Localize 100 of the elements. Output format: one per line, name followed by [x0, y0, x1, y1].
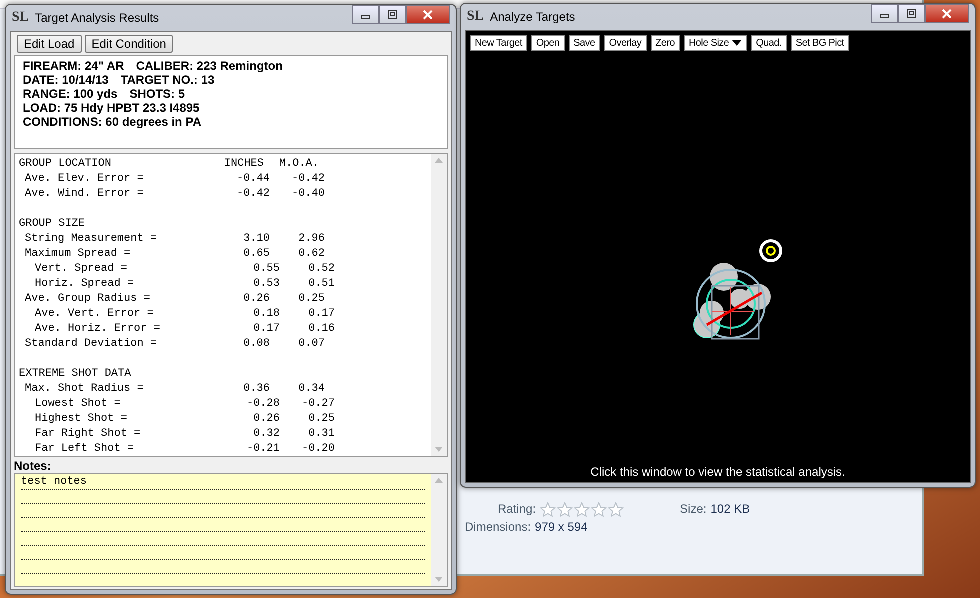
toolbar-button[interactable]: Set BG Pict	[790, 35, 850, 51]
size-label: Size:	[680, 502, 707, 516]
stat-value: -0.20	[300, 442, 335, 457]
close-icon	[422, 10, 434, 20]
stat-value: 0.51	[308, 277, 335, 292]
stat-value: 0.26	[252, 412, 280, 427]
notes-text: test notes	[21, 476, 425, 490]
stat-label: Ave. Elev. Error =	[24, 172, 145, 187]
stat-label: Ave. Wind. Error =	[24, 187, 145, 202]
stat-label: String Measurement =	[24, 232, 158, 247]
app-logo: SL	[467, 9, 484, 25]
info-text: TARGET NO.: 13	[120, 73, 215, 87]
stat-label: Horiz. Spread =	[34, 277, 136, 292]
stat-value: -0.21	[246, 442, 280, 457]
info-text: SHOTS: 5	[130, 87, 186, 101]
star-icon	[540, 502, 556, 516]
stat-value: 0.25	[298, 292, 325, 307]
stat-label: Highest Shot =	[34, 412, 128, 427]
stat-value: 2.96	[298, 232, 325, 247]
stat-value: 0.62	[298, 247, 325, 262]
scroll-down-icon	[435, 447, 443, 452]
maximize-icon	[388, 10, 398, 20]
info-text: CALIBER: 223 Remington	[136, 59, 283, 73]
stat-value: 0.52	[308, 262, 335, 277]
hint-text: Click this window to view the statistical analysis.	[590, 465, 846, 481]
edit-button[interactable]: Edit Condition	[84, 35, 174, 53]
size-value: 102 KB	[710, 502, 750, 516]
section-heading: GROUP LOCATION	[18, 157, 112, 172]
close-button[interactable]	[925, 4, 969, 23]
info-text: RANGE: 100 yds	[23, 87, 118, 101]
stat-value: 0.16	[308, 322, 335, 337]
stat-value: 0.18	[252, 307, 280, 322]
star-icon	[557, 502, 574, 516]
stat-value: 0.55	[252, 262, 280, 277]
notes-label: Notes:	[14, 459, 52, 473]
star-rating[interactable]	[540, 502, 624, 516]
dimensions-value: 979 x 594	[535, 520, 588, 534]
toolbar-button[interactable]: Quad.	[751, 35, 787, 51]
stat-label: Max. Shot Radius =	[24, 382, 145, 397]
stat-value: -0.40	[290, 187, 325, 202]
stat-value: 0.36	[242, 382, 270, 397]
close-button[interactable]	[406, 5, 450, 24]
stat-value: 0.53	[252, 277, 280, 292]
minimize-button[interactable]	[871, 4, 898, 23]
target-canvas[interactable]: New Target Open Save Overlay Zero Hole Size Quad. Set BG Pict Click this window to view the statistical analysis.	[465, 30, 971, 483]
stat-label: Far Right Shot =	[34, 427, 142, 442]
toolbar-button[interactable]: Zero	[650, 35, 680, 51]
window-title: Target Analysis Results	[35, 11, 160, 25]
stat-value: 0.26	[242, 292, 270, 307]
stat-value: 0.17	[252, 322, 280, 337]
stat-label: Ave. Vert. Error =	[34, 307, 155, 322]
maximize-button[interactable]	[898, 4, 925, 23]
dimensions-label: Dimensions:	[465, 520, 532, 534]
stat-value: 0.25	[308, 412, 335, 427]
scrollbar[interactable]	[431, 474, 447, 586]
column-heading: INCHES	[223, 157, 264, 172]
stat-label: Maximum Spread =	[24, 247, 132, 262]
maximize-button[interactable]	[379, 5, 406, 24]
toolbar-button[interactable]: Open	[531, 35, 565, 51]
stat-value: -0.44	[236, 172, 270, 187]
app-logo: SL	[12, 10, 30, 26]
stat-value: 0.65	[242, 247, 270, 262]
minimize-button[interactable]	[352, 5, 379, 24]
info-text: DATE: 10/14/13	[23, 73, 109, 87]
stat-value: 0.17	[308, 307, 335, 322]
maximize-icon	[906, 8, 916, 18]
scroll-up-icon	[435, 478, 443, 483]
notes-field[interactable]: test notes	[14, 473, 448, 587]
info-text: CONDITIONS: 60 degrees in PA	[23, 115, 202, 129]
info-text: LOAD: 75 Hdy HPBT 23.3 I4895	[23, 101, 200, 115]
toolbar-button[interactable]: Save	[568, 35, 600, 51]
toolbar-button[interactable]: Overlay	[604, 35, 647, 51]
stat-value: -0.28	[246, 397, 280, 412]
scroll-up-icon	[435, 158, 443, 163]
rating-label: Rating:	[498, 502, 536, 516]
stat-value: 0.08	[242, 337, 270, 352]
stat-value: -0.27	[300, 397, 335, 412]
section-heading: EXTREME SHOT DATA	[18, 367, 132, 382]
info-text: FIREARM: 24" AR	[23, 59, 124, 73]
star-icon	[608, 502, 624, 516]
stat-label: Ave. Horiz. Error =	[34, 322, 162, 337]
stat-label: Standard Deviation =	[24, 337, 158, 352]
stat-value: 0.07	[298, 337, 325, 352]
stat-value: -0.42	[290, 172, 325, 187]
caret-icon	[732, 40, 742, 46]
edit-button[interactable]: Edit Load	[17, 35, 82, 53]
window-title: Analyze Targets	[490, 10, 576, 24]
stat-value: -0.42	[236, 187, 270, 202]
hole-size-dropdown[interactable]: Hole Size	[684, 35, 748, 51]
stat-value: 0.32	[252, 427, 280, 442]
stat-label: Vert. Spread =	[34, 262, 128, 277]
stat-value: 3.10	[242, 232, 270, 247]
stat-label: Ave. Group Radius =	[24, 292, 152, 307]
column-heading: M.O.A.	[278, 157, 319, 172]
scrollbar[interactable]	[431, 154, 447, 456]
stat-label: Far Left Shot =	[34, 442, 136, 457]
star-icon	[591, 502, 608, 516]
stat-value: 0.34	[298, 382, 325, 397]
section-heading: GROUP SIZE	[18, 217, 86, 232]
toolbar-button[interactable]: New Target	[470, 35, 528, 51]
